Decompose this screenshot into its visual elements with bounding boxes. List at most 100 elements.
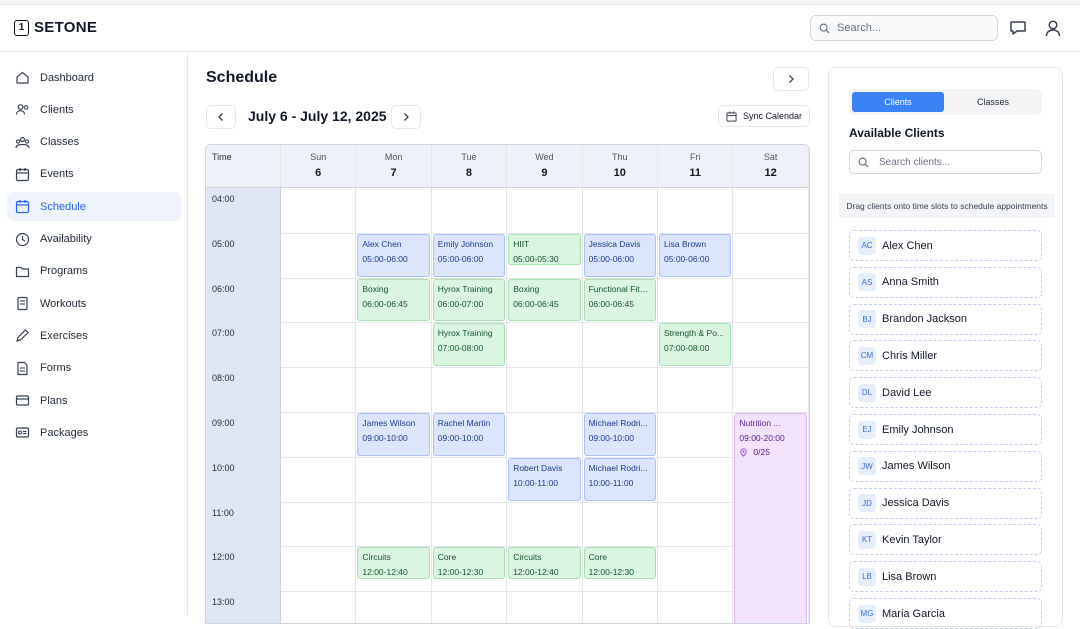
event-time: 10:00-11:00 [588, 477, 634, 488]
date-range: July 6 - July 12, 2025 [248, 108, 387, 124]
avatar: CM [858, 346, 876, 365]
global-search-input[interactable]: Search... [810, 15, 998, 41]
hour-label: 05:00 [212, 238, 235, 249]
schedule-event-client[interactable]: Jessica Davis 05:00-06:00 [583, 233, 656, 277]
client-card[interactable]: EJ Emily Johnson [849, 414, 1042, 445]
client-search-input[interactable]: Search clients... [849, 150, 1042, 174]
day-name: Fri [689, 152, 701, 162]
tab-classes[interactable]: Classes [947, 92, 1039, 112]
hour-label: 04:00 [212, 194, 235, 204]
event-time: 05:00-05:30 [513, 253, 559, 264]
client-card[interactable]: AS Anna Smith [849, 266, 1042, 298]
prev-week-button[interactable] [206, 105, 236, 129]
schedule-event-class[interactable]: Boxing 06:00-06:45 [508, 278, 581, 322]
hour-label: 12:00 [212, 552, 235, 563]
client-card[interactable]: AC Alex Chen [849, 230, 1042, 261]
client-card[interactable]: KT Kevin Taylor [849, 524, 1042, 556]
day-name: Thu [612, 152, 628, 162]
hour-label: 08:00 [212, 373, 235, 384]
schedule-event-client[interactable]: Michael Rodri... 10:00-11:00 [583, 457, 656, 501]
event-time: 12:00-12:40 [513, 567, 559, 578]
schedule-event-class[interactable]: Core 12:00-12:30 [583, 547, 656, 579]
user-icon[interactable] [1043, 18, 1063, 38]
client-card[interactable]: BJ Brandon Jackson [849, 303, 1042, 335]
event-time: 12:00-12:40 [362, 567, 408, 578]
day-column-divider [506, 188, 508, 623]
client-card[interactable]: JW James Wilson [849, 450, 1042, 482]
sidebar-item-clients[interactable]: Clients [7, 95, 181, 124]
schedule-event-client[interactable]: James Wilson 09:00-10:00 [357, 413, 430, 456]
client-name: Chris Miller [882, 349, 937, 362]
event-capacity: 0/25 [739, 447, 801, 458]
hour-gridline [281, 501, 809, 503]
event-title: HIIT [513, 238, 530, 249]
event-time: 05:00-06:00 [588, 253, 634, 264]
schedule-event-client[interactable]: Robert Davis 10:00-11:00 [508, 457, 581, 501]
sync-calendar-label: Sync Calendar [743, 111, 803, 121]
schedule-event-class[interactable]: Core 12:00-12:30 [432, 547, 506, 579]
sidebar-item-packages[interactable]: Packages [7, 418, 181, 447]
schedule-event-client[interactable]: Alex Chen 05:00-06:00 [357, 233, 430, 277]
schedule-event-class[interactable]: Strength & Po... 07:00-08:00 [659, 323, 732, 367]
package-icon [15, 427, 30, 438]
schedule-event-class[interactable]: Hyrox Training 06:00-07:00 [432, 278, 506, 322]
day-name: Tue [461, 152, 477, 162]
schedule-event-class[interactable]: Functional Fitn... 06:00-06:45 [583, 278, 656, 322]
schedule-event-client[interactable]: Emily Johnson 05:00-06:00 [432, 233, 506, 277]
schedule-event-client[interactable]: Michael Rodri... 09:00-10:00 [583, 413, 656, 456]
sidebar-item-dashboard[interactable]: Dashboard [7, 63, 181, 92]
schedule-event-client[interactable]: Lisa Brown 05:00-06:00 [659, 233, 732, 277]
client-name: Jessica Davis [882, 497, 950, 510]
day-header-sat: Sat 12 [733, 145, 809, 188]
sidebar-nav: Dashboard Clients Classes Events Schedule Ava… [0, 52, 188, 615]
event-title: Michael Rodri... [588, 418, 648, 428]
sidebar-item-workouts[interactable]: Workouts [7, 289, 181, 318]
day-name: Sun [310, 152, 327, 162]
client-name: David Lee [882, 386, 932, 399]
schedule-event-class[interactable]: Boxing 06:00-06:45 [357, 278, 430, 322]
sidebar-item-events[interactable]: Events [7, 160, 181, 189]
sidebar-item-availability[interactable]: Availability [7, 225, 181, 254]
sidebar-item-schedule[interactable]: Schedule [7, 192, 181, 222]
schedule-event-class[interactable]: Circuits 12:00-12:40 [357, 547, 430, 579]
day-name: Wed [535, 152, 554, 162]
day-header-sun: Sun 6 [281, 145, 357, 188]
client-card[interactable]: DL David Lee [849, 377, 1042, 409]
sidebar-item-forms[interactable]: Forms [7, 354, 181, 383]
sidebar-item-label: Classes [40, 136, 80, 149]
schedule-event-event[interactable]: Nutrition ... 09:00-20:00 0/25 [734, 413, 807, 623]
search-placeholder: Search... [837, 22, 882, 34]
avatar: JW [858, 457, 876, 476]
hour-label: 13:00 [212, 597, 235, 608]
page-title: Schedule [206, 69, 278, 86]
sidebar-item-label: Forms [40, 362, 72, 375]
app-logo[interactable]: 1 SETONE [14, 19, 97, 36]
collapse-panel-button[interactable] [773, 67, 809, 91]
capacity-count: 0/25 [753, 447, 770, 457]
chat-icon[interactable] [1008, 18, 1028, 38]
sidebar-item-programs[interactable]: Programs [7, 257, 181, 286]
schedule-event-class[interactable]: Circuits 12:00-12:40 [508, 547, 581, 579]
client-card[interactable]: JD Jessica Davis [849, 487, 1042, 519]
day-column-divider [581, 188, 583, 623]
time-header-label: Time [212, 152, 232, 162]
sidebar-item-exercises[interactable]: Exercises [7, 321, 181, 350]
tab-clients[interactable]: Clients [852, 92, 944, 112]
event-time: 09:00-10:00 [588, 433, 634, 443]
schedule-event-client[interactable]: Rachel Martin 09:00-10:00 [432, 413, 506, 456]
avatar: EJ [858, 420, 876, 439]
event-title: Core [437, 552, 457, 563]
sidebar-item-label: Workouts [40, 297, 87, 310]
schedule-event-class[interactable]: Hyrox Training 07:00-08:00 [432, 323, 506, 367]
client-card[interactable]: CM Chris Miller [849, 340, 1042, 372]
sync-calendar-button[interactable]: Sync Calendar [718, 105, 810, 127]
card-icon [15, 395, 30, 406]
chevron-right-icon [789, 75, 794, 83]
schedule-event-class[interactable]: HIIT 05:00-05:30 [508, 233, 581, 266]
sidebar-item-plans[interactable]: Plans [7, 386, 181, 415]
chevron-left-icon [218, 113, 223, 121]
sidebar-item-classes[interactable]: Classes [7, 128, 181, 157]
client-card[interactable]: LB Lisa Brown [849, 561, 1042, 593]
client-card[interactable]: MG Maria Garcia [849, 598, 1042, 629]
next-week-button[interactable] [391, 105, 421, 129]
